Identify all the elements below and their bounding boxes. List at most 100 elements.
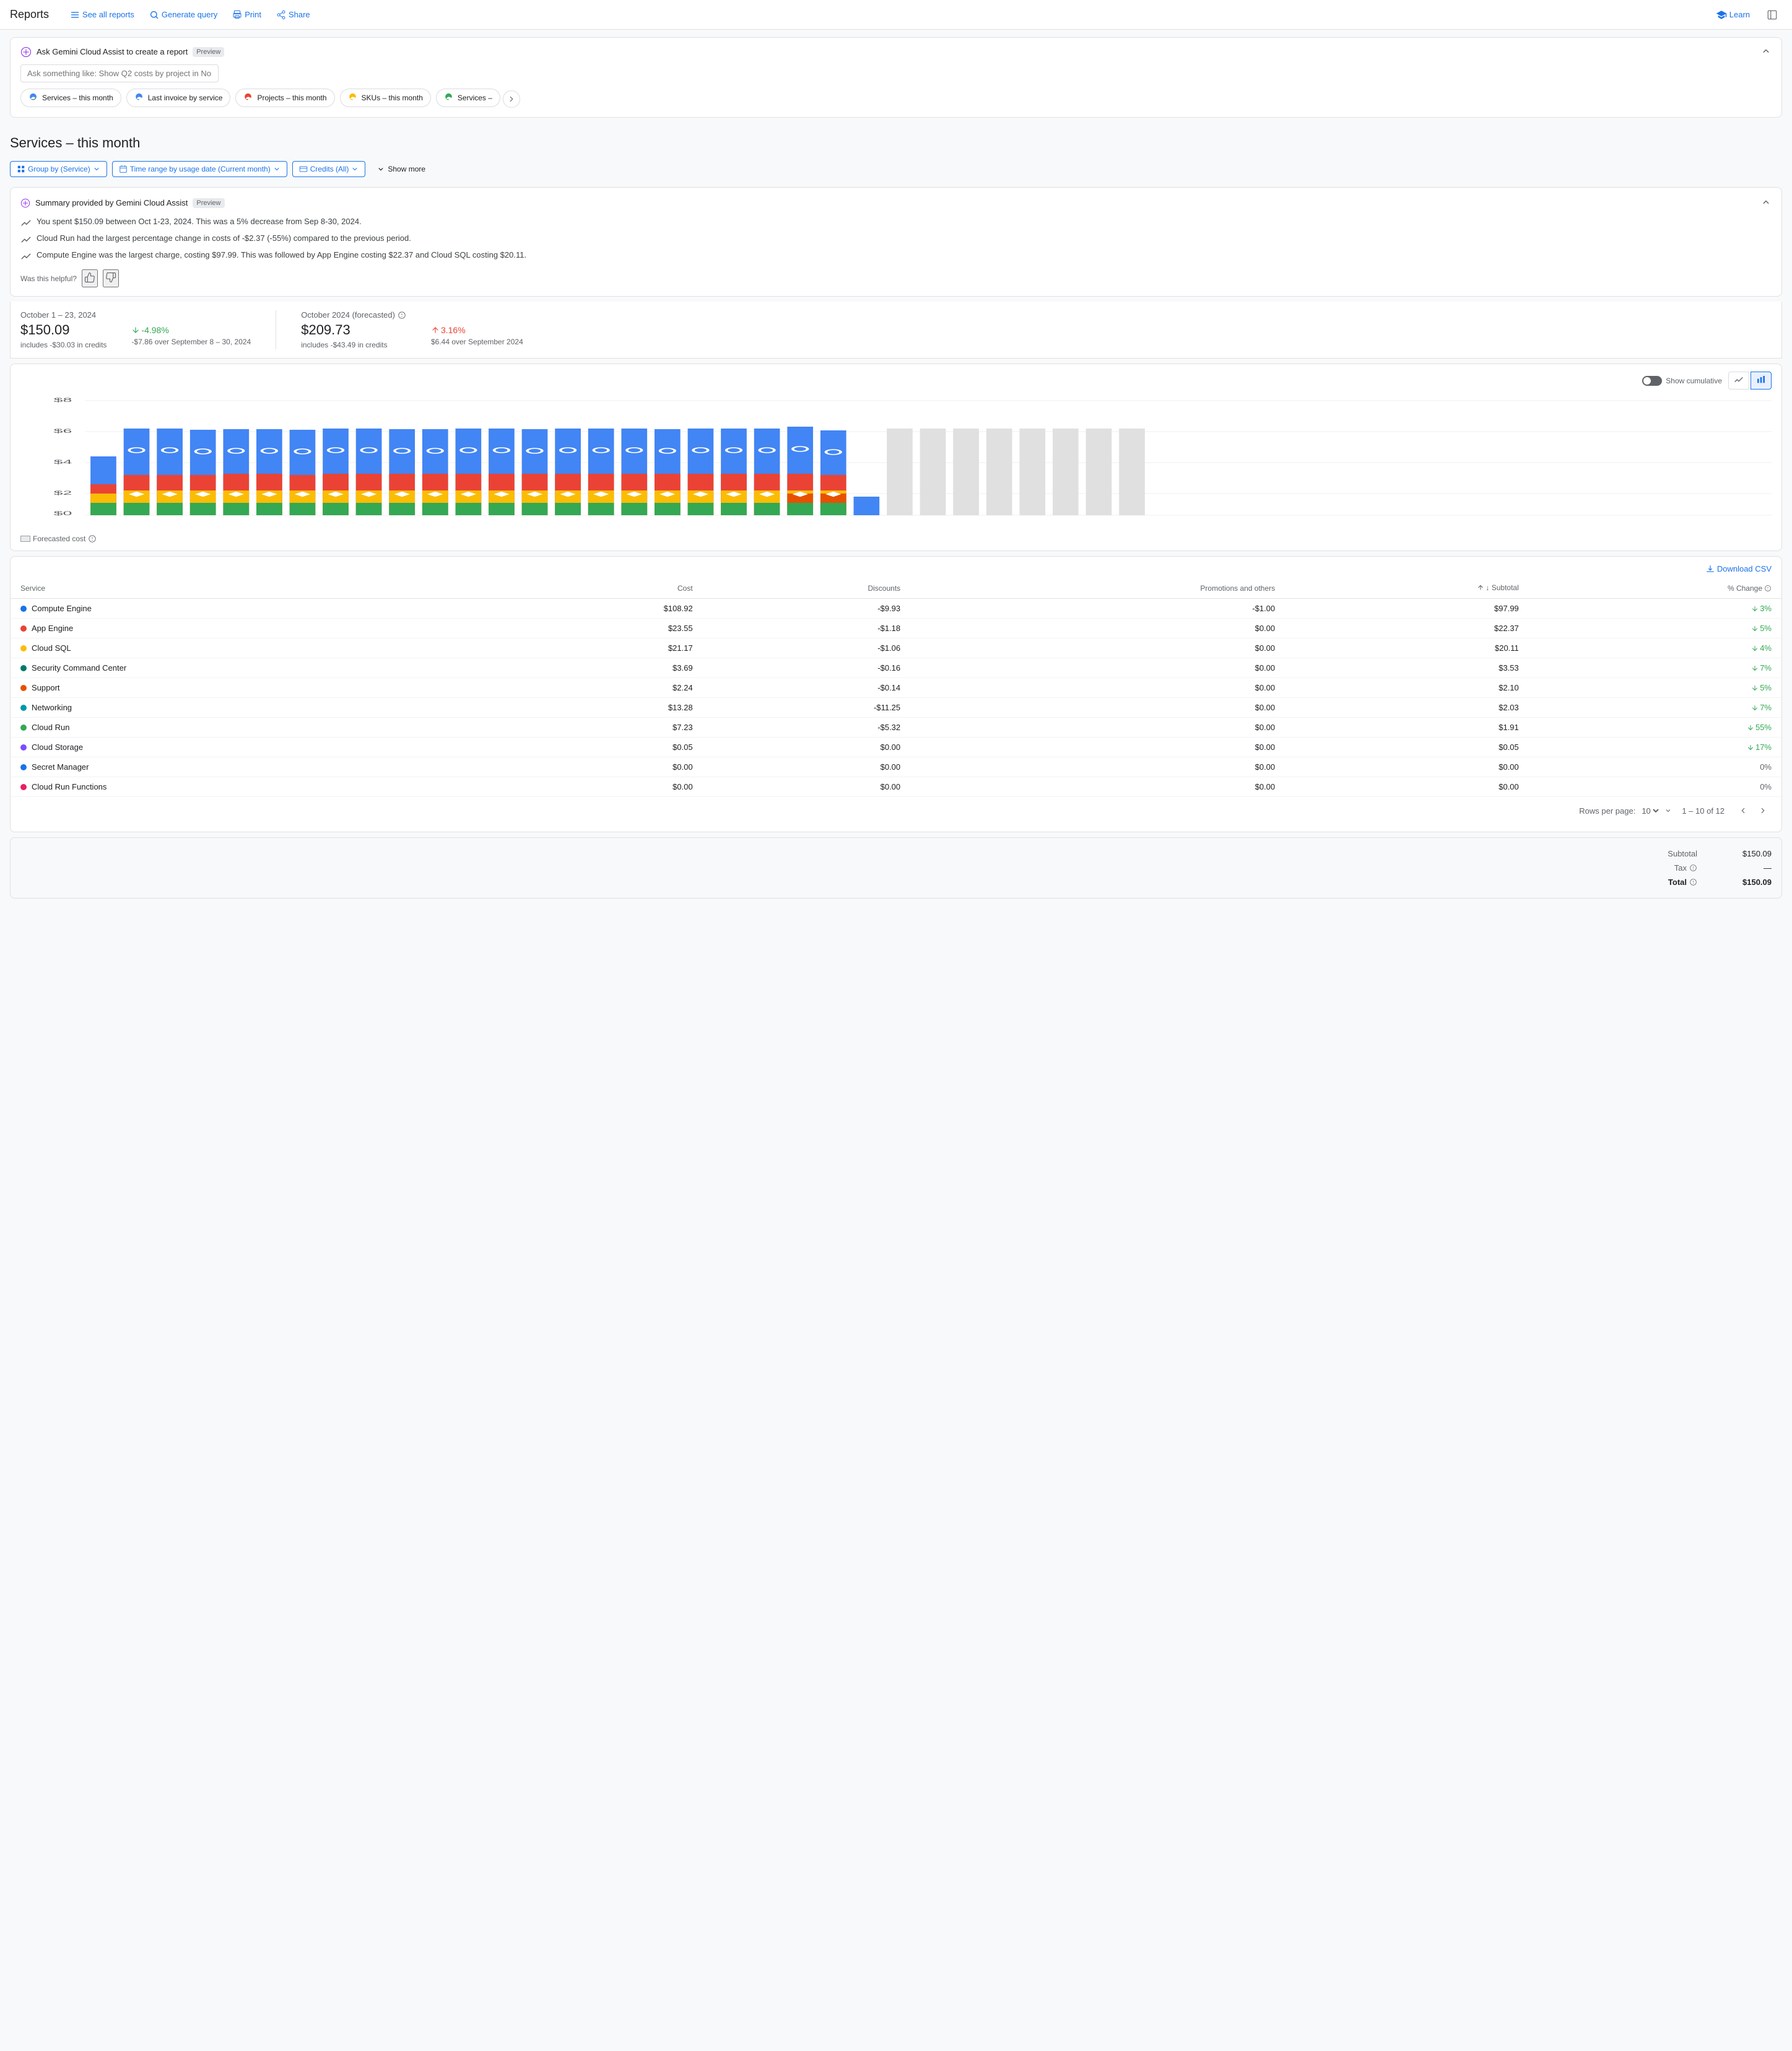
table-row: Cloud Run $7.23 -$5.32 $0.00 $1.91 55% bbox=[11, 718, 1781, 738]
time-range-filter[interactable]: Time range by usage date (Current month) bbox=[112, 161, 287, 177]
table-row: Cloud Storage $0.05 $0.00 $0.00 $0.05 17… bbox=[11, 738, 1781, 757]
table-row: App Engine $23.55 -$1.18 $0.00 $22.37 5% bbox=[11, 619, 1781, 638]
google-cloud-icon-3 bbox=[243, 93, 253, 103]
info-icon bbox=[398, 311, 406, 320]
promotions-cell: $0.00 bbox=[910, 777, 1285, 797]
subtotal-cell: $0.05 bbox=[1285, 738, 1529, 757]
see-all-reports-button[interactable]: See all reports bbox=[64, 6, 141, 24]
service-name-cell: Compute Engine bbox=[11, 599, 509, 619]
change-cell: 5% bbox=[1539, 683, 1772, 692]
cumulative-toggle-switch[interactable] bbox=[1642, 376, 1662, 386]
chip-services-this-month[interactable]: Services – this month bbox=[20, 89, 121, 107]
subtotal-row: Subtotal $150.09 bbox=[20, 847, 1772, 861]
share-button[interactable]: Share bbox=[270, 6, 316, 24]
tax-label: Tax bbox=[1674, 863, 1697, 873]
print-button[interactable]: Print bbox=[226, 6, 267, 24]
subtotal-cell: $2.03 bbox=[1285, 698, 1529, 718]
forecasted-box-icon bbox=[20, 536, 30, 542]
line-chart-button[interactable] bbox=[1728, 372, 1749, 390]
promotions-cell: -$1.00 bbox=[910, 599, 1285, 619]
chip-skus-this-month[interactable]: SKUs – this month bbox=[340, 89, 431, 107]
service-color-dot bbox=[20, 625, 27, 632]
summary-collapse-button[interactable] bbox=[1760, 196, 1772, 209]
subtotal-cell: $1.91 bbox=[1285, 718, 1529, 738]
promotions-cell: $0.00 bbox=[910, 738, 1285, 757]
page-header-title: Reports bbox=[10, 8, 49, 21]
chip-last-invoice[interactable]: Last invoice by service bbox=[126, 89, 231, 107]
table-row: Security Command Center $3.69 -$0.16 $0.… bbox=[11, 658, 1781, 678]
group-by-filter[interactable]: Group by (Service) bbox=[10, 161, 107, 177]
col-promotions: Promotions and others bbox=[910, 578, 1285, 599]
change-pct-cell: 55% bbox=[1529, 718, 1781, 738]
promotions-cell: $0.00 bbox=[910, 638, 1285, 658]
summary-items: You spent $150.09 between Oct 1-23, 2024… bbox=[20, 217, 1772, 262]
share-icon bbox=[276, 10, 286, 20]
chip-label: SKUs – this month bbox=[362, 94, 423, 102]
chevron-right-icon bbox=[1759, 806, 1767, 815]
cost-cell: $13.28 bbox=[509, 698, 703, 718]
bar-chart-icon bbox=[1756, 375, 1766, 385]
promotions-cell: $0.00 bbox=[910, 619, 1285, 638]
generate-query-button[interactable]: Generate query bbox=[143, 6, 224, 24]
expand-icon bbox=[376, 165, 385, 173]
page-navigation bbox=[1734, 802, 1772, 819]
prev-page-button[interactable] bbox=[1734, 802, 1752, 819]
chip-projects-this-month[interactable]: Projects – this month bbox=[235, 89, 334, 107]
select-arrow-icon bbox=[1664, 807, 1672, 814]
bar-chart-button[interactable] bbox=[1751, 372, 1772, 390]
col-info-icon bbox=[1764, 585, 1772, 592]
service-color-dot bbox=[20, 784, 27, 790]
show-cumulative-toggle[interactable]: Show cumulative bbox=[1642, 376, 1722, 386]
sidebar-collapse-button[interactable] bbox=[1762, 5, 1782, 25]
summary-item-1: You spent $150.09 between Oct 1-23, 2024… bbox=[20, 217, 1772, 229]
table-row: Compute Engine $108.92 -$9.93 -$1.00 $97… bbox=[11, 599, 1781, 619]
thumbs-up-button[interactable] bbox=[82, 269, 98, 287]
promotions-cell: $0.00 bbox=[910, 658, 1285, 678]
svg-text:$6: $6 bbox=[54, 428, 72, 434]
chart-area: $8 $6 $4 $2 $0 bbox=[20, 394, 1772, 531]
service-color-dot bbox=[20, 705, 27, 711]
subtotal-cell: $3.53 bbox=[1285, 658, 1529, 678]
actual-change-group: -4.98% -$7.86 over September 8 – 30, 202… bbox=[131, 310, 251, 349]
service-name-cell: Cloud Storage bbox=[11, 738, 509, 757]
tax-info-icon bbox=[1689, 864, 1697, 872]
summary-item-3: Compute Engine was the largest charge, c… bbox=[20, 250, 1772, 262]
calendar-icon bbox=[119, 165, 128, 173]
gemini-collapse-button[interactable] bbox=[1760, 45, 1772, 58]
summary-card: Summary provided by Gemini Cloud Assist … bbox=[10, 187, 1782, 297]
list-icon bbox=[70, 10, 80, 20]
chips-next-button[interactable] bbox=[503, 90, 520, 108]
show-more-button[interactable]: Show more bbox=[370, 162, 432, 176]
gemini-input[interactable] bbox=[20, 64, 219, 82]
rows-per-page-select[interactable]: 10 25 50 bbox=[1639, 806, 1661, 816]
next-page-button[interactable] bbox=[1754, 802, 1772, 819]
promotions-cell: $0.00 bbox=[910, 718, 1285, 738]
service-color-dot bbox=[20, 645, 27, 651]
download-csv-button[interactable]: Download CSV bbox=[1706, 564, 1772, 573]
col-discounts: Discounts bbox=[703, 578, 910, 599]
discounts-cell: -$9.93 bbox=[703, 599, 910, 619]
forecasted-value: $209.73 bbox=[301, 322, 406, 338]
actual-credits: includes -$30.03 in credits bbox=[20, 341, 107, 349]
chevron-left-icon bbox=[1739, 806, 1747, 815]
chip-label: Services – bbox=[458, 94, 492, 102]
learn-button[interactable]: Learn bbox=[1708, 6, 1757, 24]
actual-metric-group: October 1 – 23, 2024 $150.09 includes -$… bbox=[20, 310, 107, 349]
col-subtotal[interactable]: ↓ Subtotal bbox=[1285, 578, 1529, 599]
cost-cell: $2.24 bbox=[509, 678, 703, 698]
subtotal-label: Subtotal bbox=[1668, 849, 1697, 858]
credits-filter[interactable]: Credits (All) bbox=[292, 161, 366, 177]
download-icon bbox=[1706, 565, 1715, 573]
gemini-icon bbox=[20, 46, 32, 58]
chip-label: Last invoice by service bbox=[148, 94, 223, 102]
total-info-icon bbox=[1689, 878, 1697, 886]
chevron-down-icon-2 bbox=[273, 165, 281, 173]
summary-title: Summary provided by Gemini Cloud Assist bbox=[35, 198, 188, 207]
thumbs-down-button[interactable] bbox=[103, 269, 119, 287]
table-row: Networking $13.28 -$11.25 $0.00 $2.03 7% bbox=[11, 698, 1781, 718]
service-name-cell: Support bbox=[11, 678, 509, 698]
promotions-cell: $0.00 bbox=[910, 757, 1285, 777]
chip-services-partial[interactable]: Services – bbox=[436, 89, 500, 107]
service-color-dot bbox=[20, 685, 27, 691]
cost-cell: $0.05 bbox=[509, 738, 703, 757]
